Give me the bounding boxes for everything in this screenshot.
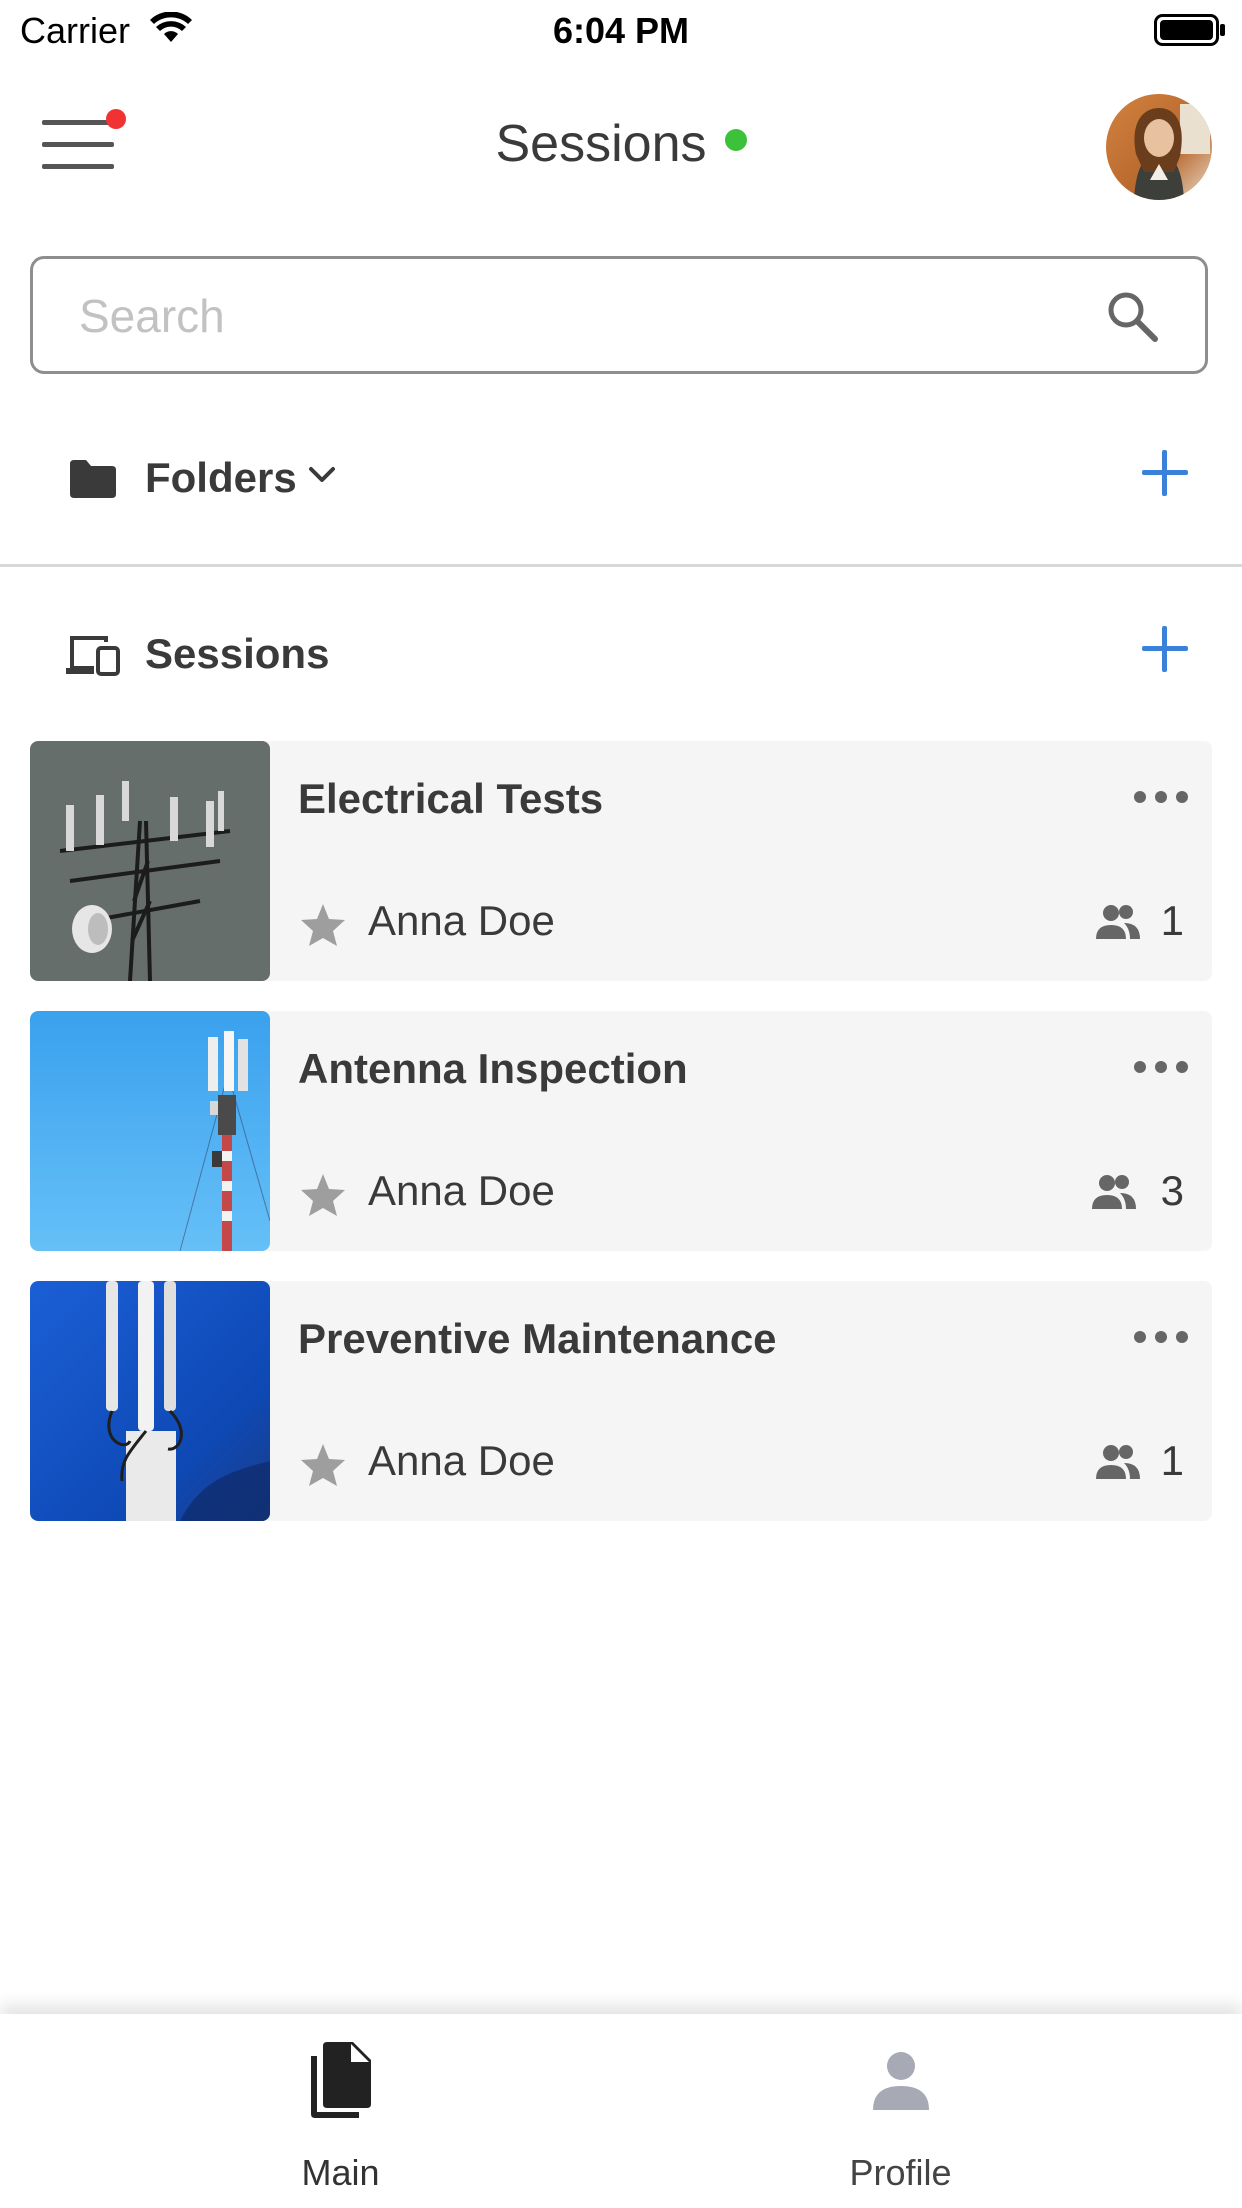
person-icon (872, 2052, 929, 2110)
session-title: Preventive Maintenance (298, 1315, 777, 1362)
session-card[interactable]: Preventive Maintenance Anna Doe 1 (30, 1281, 1212, 1521)
avatar[interactable] (1106, 94, 1212, 200)
session-title: Electrical Tests (298, 775, 604, 822)
more-options-button[interactable] (1134, 1057, 1188, 1077)
devices-icon (66, 636, 120, 676)
session-thumbnail (30, 1011, 270, 1251)
session-title: Antenna Inspection (298, 1045, 688, 1092)
tab-profile[interactable]: Profile (590, 2014, 1211, 2208)
app-header: Sessions (0, 86, 1242, 206)
session-card[interactable]: Electrical Tests Anna Doe 1 (30, 741, 1212, 981)
session-owner: Anna Doe (368, 1437, 555, 1484)
tab-main[interactable]: Main (30, 2014, 651, 2208)
participant-count: 3 (1160, 1167, 1184, 1214)
status-bar: Carrier 6:04 PM (0, 0, 1242, 62)
session-thumbnail (30, 741, 270, 981)
dot (1134, 1331, 1146, 1343)
search-icon[interactable] (1105, 289, 1159, 343)
dot (1155, 1331, 1167, 1343)
search-input[interactable] (77, 281, 1081, 351)
folders-section: Folders (0, 428, 1242, 528)
antenna-blue-icon (30, 1281, 270, 1521)
dot (1176, 1331, 1188, 1343)
star-icon[interactable] (300, 1173, 346, 1217)
dot (1155, 1061, 1167, 1073)
participant-count: 1 (1160, 897, 1184, 944)
tab-icon-wrap (30, 2042, 651, 2123)
folders-label[interactable]: Folders (145, 454, 297, 502)
tab-label: Main (301, 2152, 380, 2193)
title-wrap: Sessions (0, 114, 1242, 174)
tab-label: Profile (849, 2152, 952, 2193)
tower-sky-icon (30, 1011, 270, 1251)
tower-gray-icon (30, 741, 270, 981)
participants-icon (1096, 905, 1140, 939)
add-folder-button[interactable] (1142, 450, 1188, 496)
battery-icon (1154, 14, 1225, 46)
more-options-button[interactable] (1134, 787, 1188, 807)
online-status-dot (724, 129, 747, 151)
sessions-section: Sessions (0, 604, 1242, 704)
participants-icon (1096, 1445, 1140, 1479)
folder-icon (70, 460, 116, 498)
divider (0, 564, 1242, 567)
chevron-down-icon[interactable] (308, 466, 336, 484)
tab-bar: Main Profile (0, 2014, 1242, 2208)
avatar-image (1106, 94, 1212, 200)
sessions-label: Sessions (145, 630, 330, 677)
participants-icon (1092, 1175, 1136, 1209)
star-icon[interactable] (300, 1443, 346, 1487)
dot (1155, 791, 1167, 803)
participant-count: 1 (1160, 1437, 1184, 1484)
search-box (30, 256, 1208, 374)
clock: 6:04 PM (552, 10, 690, 51)
page-title: Sessions (495, 115, 707, 173)
more-options-button[interactable] (1134, 1327, 1188, 1347)
dot (1176, 1061, 1188, 1073)
dot (1176, 791, 1188, 803)
session-card[interactable]: Antenna Inspection Anna Doe 3 (30, 1011, 1212, 1251)
session-owner: Anna Doe (368, 897, 555, 944)
dot (1134, 791, 1146, 803)
session-thumbnail (30, 1281, 270, 1521)
session-owner: Anna Doe (368, 1167, 555, 1214)
document-icon (310, 2042, 371, 2118)
tab-icon-wrap (590, 2042, 1211, 2115)
dot (1134, 1061, 1146, 1073)
add-session-button[interactable] (1142, 626, 1188, 672)
star-icon[interactable] (300, 903, 346, 947)
